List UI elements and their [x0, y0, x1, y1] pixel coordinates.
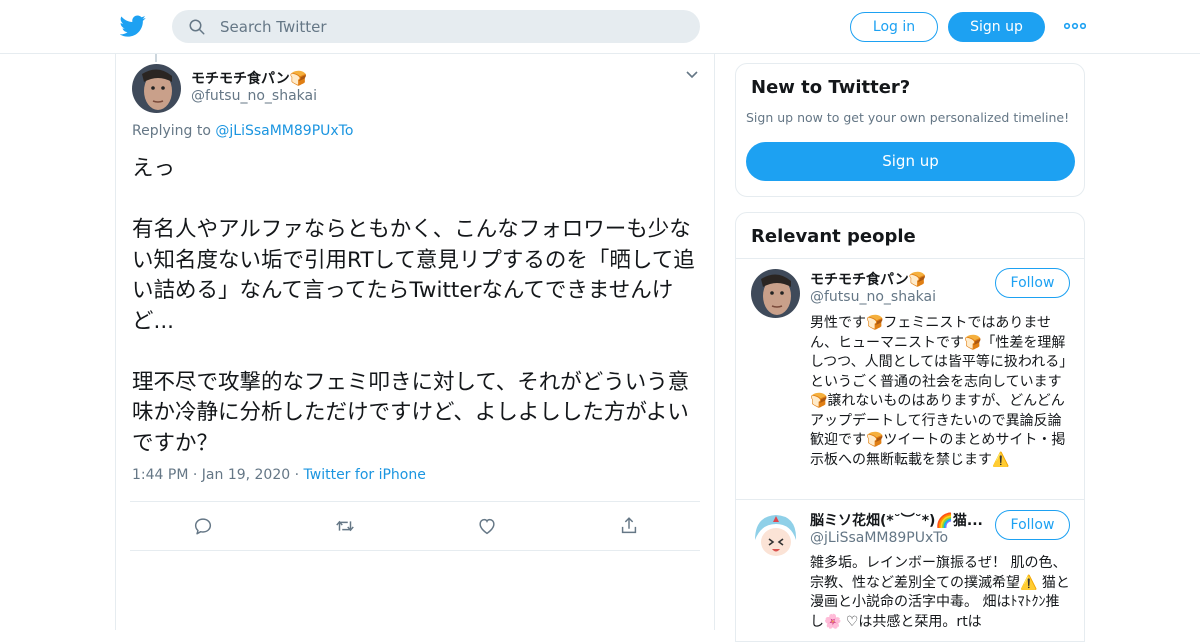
person-avatar[interactable]: [751, 510, 800, 559]
thread-line: [155, 54, 157, 62]
signup-button[interactable]: Sign up: [948, 12, 1045, 42]
top-navigation-bar: Log in Sign up: [0, 0, 1200, 54]
author-handle[interactable]: @futsu_no_shakai: [191, 88, 317, 104]
sidebar-signup-button[interactable]: Sign up: [746, 142, 1075, 181]
tweet-detail: モチモチ食パン🍞 @futsu_no_shakai Replying to @j…: [115, 54, 715, 630]
person-name[interactable]: 脳ミソ花畑(*˘︶˘*)🌈猫...: [810, 510, 983, 530]
person-bio: 雑多垢。レインボー旗振るぜ！ 肌の色、宗教、性など差別全ての撲滅希望⚠️ 猫と漫…: [810, 555, 1070, 630]
author-avatar[interactable]: [132, 64, 181, 113]
follow-button[interactable]: Follow: [995, 268, 1070, 298]
person-avatar[interactable]: [751, 269, 800, 318]
person-bio: 男性です🍞フェミニストではありません、ヒューマニストです🍞「性差を理解しつつ、人…: [810, 315, 1067, 468]
person-handle[interactable]: @futsu_no_shakai: [810, 289, 936, 305]
replying-to-link[interactable]: @jLiSsaMM89PUxTo: [215, 123, 353, 139]
author-name[interactable]: モチモチ食パン🍞: [191, 68, 307, 88]
chevron-down-icon[interactable]: [684, 68, 700, 82]
person-name[interactable]: モチモチ食パン🍞: [810, 269, 926, 289]
tweet-actions: [130, 501, 700, 551]
tweet-date[interactable]: Jan 19, 2020: [202, 467, 290, 483]
share-icon[interactable]: [618, 515, 640, 537]
search-bar[interactable]: [172, 10, 700, 43]
follow-button[interactable]: Follow: [995, 510, 1070, 540]
person-handle[interactable]: @jLiSsaMM89PUxTo: [810, 530, 948, 546]
divider: [736, 258, 1084, 259]
replying-to-line: Replying to @jLiSsaMM89PUxTo: [132, 123, 353, 139]
twitter-bird-logo-icon[interactable]: [120, 13, 146, 39]
reply-icon[interactable]: [192, 515, 214, 537]
meta-separator: ·: [294, 467, 304, 483]
new-to-twitter-card: New to Twitter? Sign up now to get your …: [735, 63, 1085, 197]
search-input[interactable]: [220, 10, 680, 43]
meta-separator: ·: [192, 467, 202, 483]
login-button[interactable]: Log in: [850, 12, 938, 42]
new-to-twitter-subtitle: Sign up now to get your own personalized…: [746, 110, 1070, 125]
divider: [736, 499, 1084, 500]
tweet-text: えっ 有名人やアルファならともかく、こんなフォロワーも少ない知名度ない垢で引用R…: [132, 156, 695, 456]
retweet-icon[interactable]: [334, 515, 356, 537]
tweet-metadata: 1:44 PM · Jan 19, 2020 · Twitter for iPh…: [132, 467, 426, 483]
tweet-source-link[interactable]: Twitter for iPhone: [304, 467, 426, 483]
tweet-time[interactable]: 1:44 PM: [132, 467, 188, 483]
like-icon[interactable]: [476, 515, 498, 537]
relevant-people-title: Relevant people: [751, 226, 916, 247]
search-icon: [189, 19, 205, 35]
relevant-people-card: Relevant people モチモチ食パン🍞 @futsu_no_shaka…: [735, 212, 1085, 642]
new-to-twitter-title: New to Twitter?: [751, 77, 911, 98]
replying-prefix: Replying to: [132, 123, 211, 139]
more-options-icon[interactable]: [1064, 17, 1086, 35]
